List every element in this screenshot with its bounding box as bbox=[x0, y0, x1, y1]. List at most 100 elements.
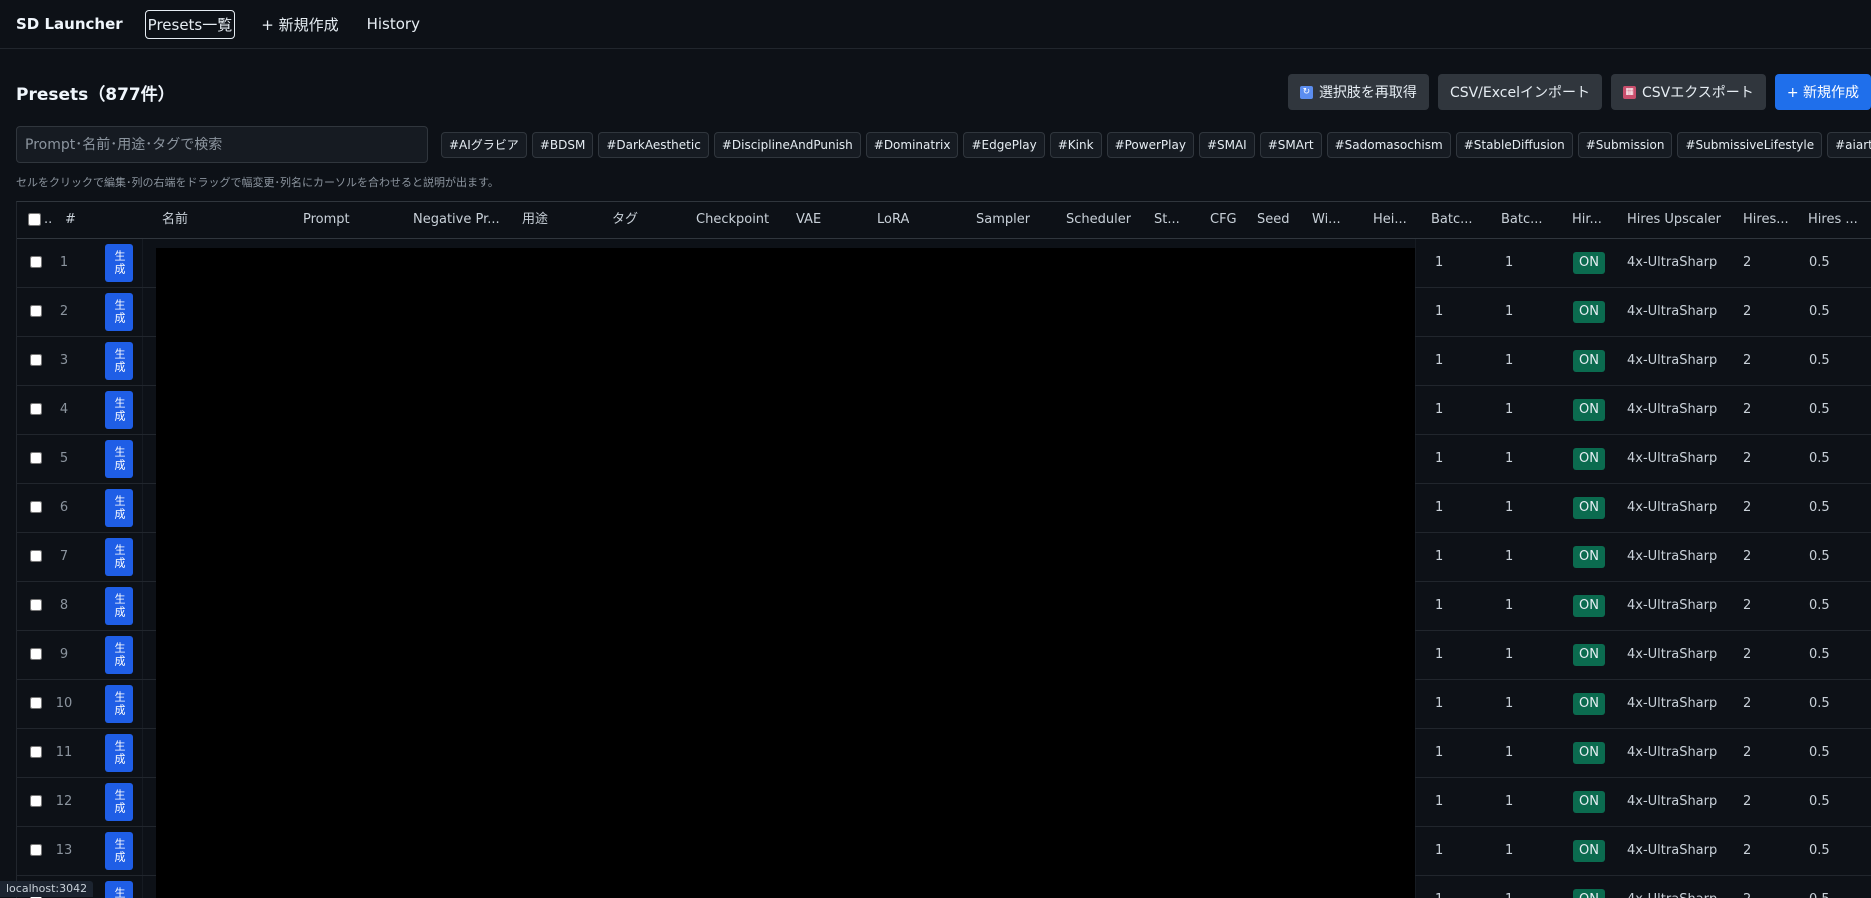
tag-chip[interactable]: #SMArt bbox=[1259, 132, 1322, 158]
tag-chip[interactable]: #DisciplineAndPunish bbox=[713, 132, 861, 158]
cell-batch-count[interactable]: 1 bbox=[1435, 582, 1443, 630]
col-header-usage[interactable]: 用途 bbox=[522, 202, 548, 238]
row-select-checkbox[interactable] bbox=[30, 452, 42, 464]
nav-presets-list[interactable]: Presets一覧 bbox=[144, 9, 236, 39]
tag-chip[interactable]: #SMAI bbox=[1198, 132, 1255, 158]
cell-hires-upscaler[interactable]: 4x-UltraSharp bbox=[1627, 288, 1717, 336]
cell-hires-denoise[interactable]: 0.5 bbox=[1809, 533, 1830, 581]
cell-batch-size[interactable]: 1 bbox=[1505, 533, 1513, 581]
cell-hires-upscaler[interactable]: 4x-UltraSharp bbox=[1627, 680, 1717, 728]
cell-batch-size[interactable]: 1 bbox=[1505, 680, 1513, 728]
cell-batch-size[interactable]: 1 bbox=[1505, 288, 1513, 336]
hires-on-badge[interactable]: ON bbox=[1573, 546, 1605, 568]
tag-chip[interactable]: #BDSM bbox=[531, 132, 594, 158]
col-header-tags[interactable]: タグ bbox=[612, 202, 638, 238]
cell-batch-count[interactable]: 1 bbox=[1435, 876, 1443, 898]
col-header-steps[interactable]: St... bbox=[1154, 202, 1180, 238]
cell-hires-denoise[interactable]: 0.5 bbox=[1809, 484, 1830, 532]
cell-hires-upscaler[interactable]: 4x-UltraSharp bbox=[1627, 239, 1717, 287]
cell-hires-denoise[interactable]: 0.5 bbox=[1809, 631, 1830, 679]
cell-hires-denoise[interactable]: 0.5 bbox=[1809, 239, 1830, 287]
cell-batch-count[interactable]: 1 bbox=[1435, 729, 1443, 777]
cell-hires-scale[interactable]: 2 bbox=[1743, 631, 1751, 679]
row-select-checkbox[interactable] bbox=[30, 354, 42, 366]
cell-hires-upscaler[interactable]: 4x-UltraSharp bbox=[1627, 484, 1717, 532]
cell-batch-size[interactable]: 1 bbox=[1505, 484, 1513, 532]
search-input[interactable] bbox=[16, 126, 428, 163]
generate-button[interactable]: 生成 bbox=[105, 489, 133, 527]
cell-hires-scale[interactable]: 2 bbox=[1743, 288, 1751, 336]
tag-chip[interactable]: #Dominatrix bbox=[865, 132, 959, 158]
cell-batch-size[interactable]: 1 bbox=[1505, 337, 1513, 385]
tag-chip[interactable]: #StableDiffusion bbox=[1455, 132, 1573, 158]
cell-hires-upscaler[interactable]: 4x-UltraSharp bbox=[1627, 876, 1717, 898]
generate-button[interactable]: 生成 bbox=[105, 342, 133, 380]
tag-chip[interactable]: #Kink bbox=[1049, 132, 1102, 158]
hires-on-badge[interactable]: ON bbox=[1573, 742, 1605, 764]
col-header-batch-count[interactable]: Batc... bbox=[1431, 202, 1473, 238]
generate-button[interactable]: 生成 bbox=[105, 244, 133, 282]
generate-button[interactable]: 生成 bbox=[105, 832, 133, 870]
cell-hires-upscaler[interactable]: 4x-UltraSharp bbox=[1627, 729, 1717, 777]
col-header-hires-denoise[interactable]: Hires ... bbox=[1808, 202, 1858, 238]
hires-on-badge[interactable]: ON bbox=[1573, 644, 1605, 666]
col-header-hires-scale[interactable]: Hires... bbox=[1743, 202, 1789, 238]
col-header-name[interactable]: 名前 bbox=[162, 202, 188, 238]
refresh-options-button[interactable]: ↻ 選択肢を再取得 bbox=[1287, 74, 1429, 110]
generate-button[interactable]: 生成 bbox=[105, 293, 133, 331]
cell-hires-denoise[interactable]: 0.5 bbox=[1809, 778, 1830, 826]
cell-hires-upscaler[interactable]: 4x-UltraSharp bbox=[1627, 435, 1717, 483]
tag-chip[interactable]: #Submission bbox=[1577, 132, 1673, 158]
cell-batch-size[interactable]: 1 bbox=[1505, 876, 1513, 898]
row-select-checkbox[interactable] bbox=[30, 697, 42, 709]
hires-on-badge[interactable]: ON bbox=[1573, 252, 1605, 274]
col-header-seed[interactable]: Seed bbox=[1257, 202, 1290, 238]
generate-button[interactable]: 生成 bbox=[105, 881, 133, 898]
row-select-checkbox[interactable] bbox=[30, 501, 42, 513]
cell-hires-scale[interactable]: 2 bbox=[1743, 827, 1751, 875]
csv-export-button[interactable]: ▦ CSVエクスポート bbox=[1610, 74, 1766, 110]
tag-chip[interactable]: #DarkAesthetic bbox=[598, 132, 709, 158]
cell-batch-size[interactable]: 1 bbox=[1505, 778, 1513, 826]
col-header-vae[interactable]: VAE bbox=[796, 202, 821, 238]
cell-batch-size[interactable]: 1 bbox=[1505, 729, 1513, 777]
generate-button[interactable]: 生成 bbox=[105, 636, 133, 674]
cell-batch-count[interactable]: 1 bbox=[1435, 484, 1443, 532]
cell-batch-count[interactable]: 1 bbox=[1435, 239, 1443, 287]
col-header-cfg[interactable]: CFG bbox=[1210, 202, 1237, 238]
cell-batch-size[interactable]: 1 bbox=[1505, 631, 1513, 679]
row-select-checkbox[interactable] bbox=[30, 550, 42, 562]
hires-on-badge[interactable]: ON bbox=[1573, 595, 1605, 617]
col-header-width[interactable]: Wi... bbox=[1312, 202, 1341, 238]
cell-hires-scale[interactable]: 2 bbox=[1743, 435, 1751, 483]
col-header-height[interactable]: Hei... bbox=[1373, 202, 1407, 238]
cell-batch-size[interactable]: 1 bbox=[1505, 386, 1513, 434]
cell-batch-count[interactable]: 1 bbox=[1435, 631, 1443, 679]
cell-hires-upscaler[interactable]: 4x-UltraSharp bbox=[1627, 533, 1717, 581]
row-select-checkbox[interactable] bbox=[30, 648, 42, 660]
row-select-checkbox[interactable] bbox=[30, 844, 42, 856]
generate-button[interactable]: 生成 bbox=[105, 391, 133, 429]
cell-hires-denoise[interactable]: 0.5 bbox=[1809, 680, 1830, 728]
hires-on-badge[interactable]: ON bbox=[1573, 350, 1605, 372]
col-header-hires-upscaler[interactable]: Hires Upscaler bbox=[1627, 202, 1721, 238]
row-select-checkbox[interactable] bbox=[30, 795, 42, 807]
cell-batch-size[interactable]: 1 bbox=[1505, 582, 1513, 630]
cell-batch-size[interactable]: 1 bbox=[1505, 239, 1513, 287]
cell-batch-count[interactable]: 1 bbox=[1435, 386, 1443, 434]
cell-hires-denoise[interactable]: 0.5 bbox=[1809, 827, 1830, 875]
generate-button[interactable]: 生成 bbox=[105, 440, 133, 478]
hires-on-badge[interactable]: ON bbox=[1573, 301, 1605, 323]
nav-new-preset[interactable]: + 新規作成 bbox=[259, 11, 340, 38]
cell-batch-count[interactable]: 1 bbox=[1435, 827, 1443, 875]
cell-hires-upscaler[interactable]: 4x-UltraSharp bbox=[1627, 827, 1717, 875]
cell-hires-denoise[interactable]: 0.5 bbox=[1809, 582, 1830, 630]
cell-batch-count[interactable]: 1 bbox=[1435, 778, 1443, 826]
cell-batch-size[interactable]: 1 bbox=[1505, 435, 1513, 483]
cell-hires-denoise[interactable]: 0.5 bbox=[1809, 337, 1830, 385]
col-header-batch-size[interactable]: Batc... bbox=[1501, 202, 1543, 238]
nav-history[interactable]: History bbox=[365, 12, 422, 36]
col-header-scheduler[interactable]: Scheduler bbox=[1066, 202, 1131, 238]
cell-hires-scale[interactable]: 2 bbox=[1743, 337, 1751, 385]
cell-hires-denoise[interactable]: 0.5 bbox=[1809, 876, 1830, 898]
